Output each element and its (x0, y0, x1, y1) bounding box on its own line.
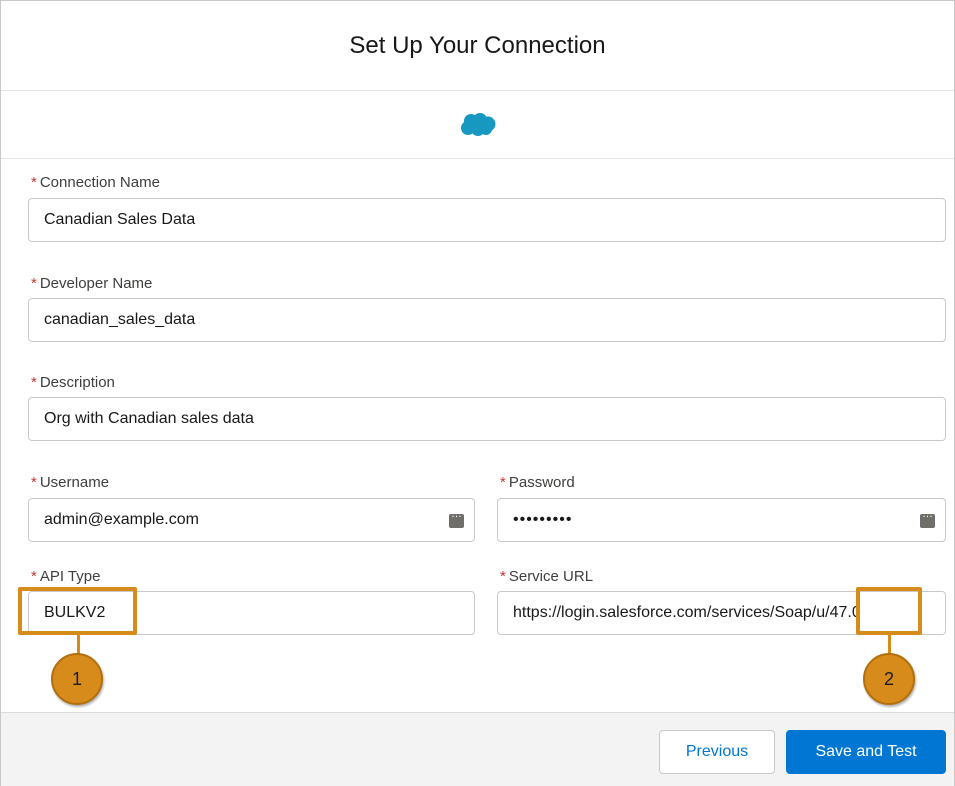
modal-title: Set Up Your Connection (349, 31, 606, 59)
password-input[interactable]: ••••••••• (497, 498, 946, 542)
callout-badge-1: 1 (51, 653, 103, 705)
password-label: * Password (500, 474, 575, 491)
username-label: * Username (31, 474, 110, 491)
username-input[interactable]: admin@example.com (28, 498, 475, 542)
callout-connector (77, 635, 80, 655)
connection-modal: Set Up Your Connection * Connection Name … (0, 0, 955, 786)
save-and-test-button[interactable]: Save and Test (786, 730, 946, 774)
modal-footer: Previous Save and Test (1, 712, 954, 786)
callout-badge-2: 2 (863, 653, 915, 705)
brand-row (1, 91, 954, 159)
developer-name-input[interactable]: canadian_sales_data (28, 298, 946, 342)
previous-button[interactable]: Previous (659, 730, 775, 774)
service-url-label: * Service URL (500, 568, 594, 585)
autofill-icon[interactable] (449, 508, 464, 528)
callout-highlight-api-type (18, 587, 137, 635)
modal-header: Set Up Your Connection (1, 1, 954, 91)
developer-name-label: * Developer Name (31, 275, 153, 292)
api-type-label: * API Type (31, 568, 101, 585)
salesforce-cloud-icon (460, 112, 495, 136)
description-input[interactable]: Org with Canadian sales data (28, 397, 946, 441)
connection-name-input[interactable]: Canadian Sales Data (28, 198, 946, 242)
description-label: * Description (31, 374, 115, 391)
callout-connector (888, 635, 891, 655)
connection-name-label: * Connection Name (31, 174, 160, 191)
autofill-icon[interactable] (920, 508, 935, 528)
callout-highlight-api-version (856, 587, 922, 635)
